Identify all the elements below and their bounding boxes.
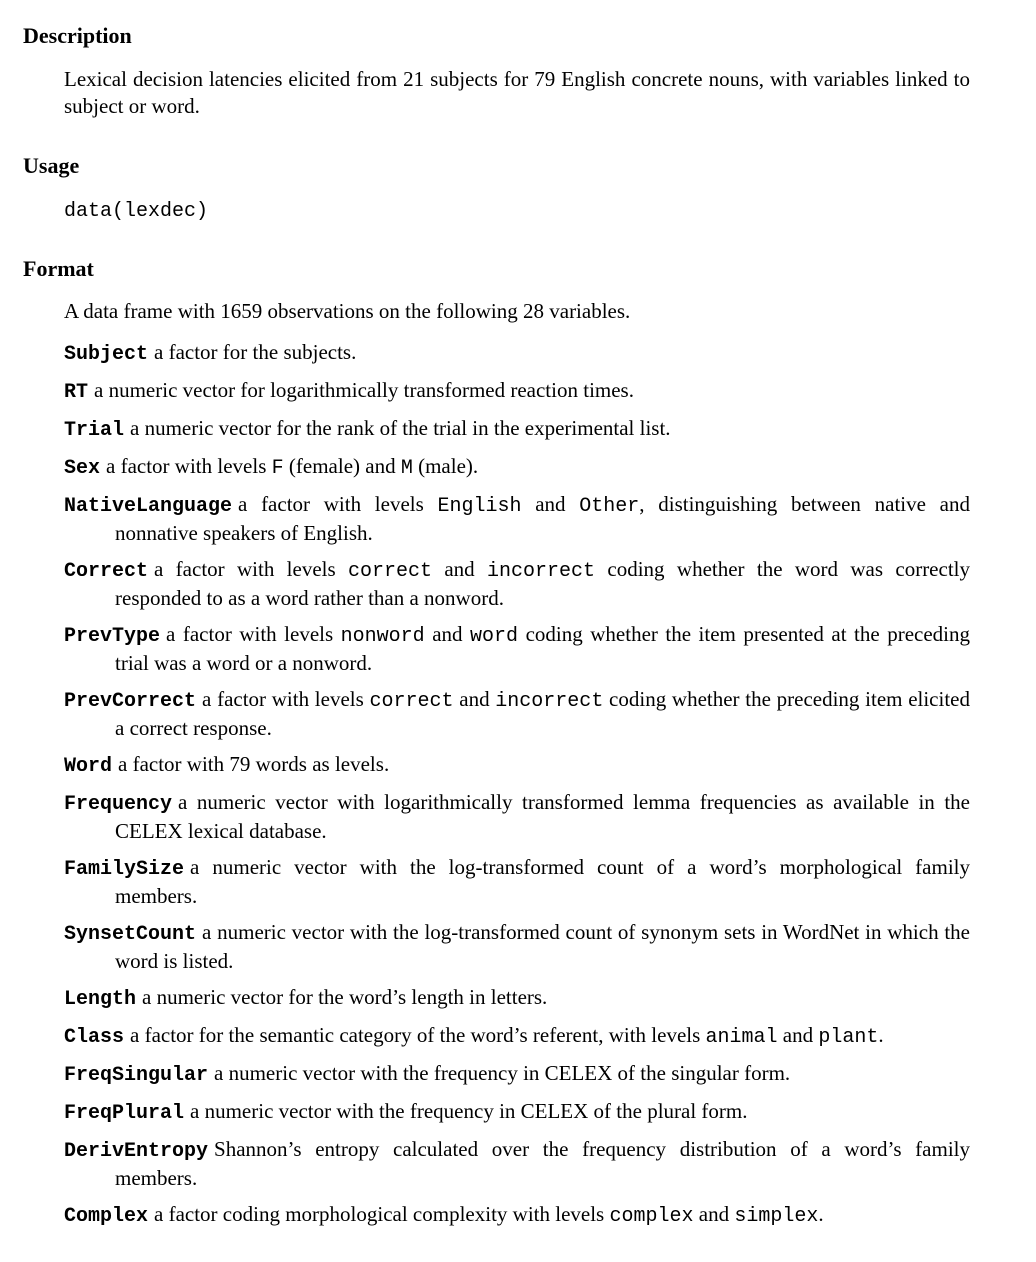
variable-entry: SynsetCount a numeric vector with the log… (64, 919, 970, 975)
variable-entry: PrevCorrect a factor with levels correct … (64, 686, 970, 742)
variable-entry: FamilySize a numeric vector with the log-… (64, 854, 970, 910)
format-intro: A data frame with 1659 observations on t… (64, 299, 631, 323)
format-heading: Format (23, 256, 94, 281)
variable-name: NativeLanguage (64, 495, 233, 518)
variable-name: Sex (64, 457, 101, 480)
variable-name: PrevType (64, 625, 161, 648)
variable-description: a numeric vector for the rank of the tri… (130, 416, 671, 440)
description-heading: Description (23, 23, 132, 48)
variable-entry: Length a numeric vector for the word’s le… (64, 984, 970, 1013)
variable-entry: Word a factor with 79 words as levels. (64, 751, 970, 780)
variable-description: a factor with levels (202, 687, 370, 711)
variable-entry: NativeLanguage a factor with levels Engli… (64, 491, 970, 547)
variable-description: a numeric vector for the word’s length i… (142, 985, 548, 1009)
variable-name: RT (64, 381, 89, 404)
variable-description: a numeric vector with the frequency in C… (190, 1099, 748, 1123)
variable-description: a factor with levels (106, 454, 272, 478)
level-code: simplex (734, 1205, 819, 1228)
variable-entry: Complex a factor coding morphological com… (64, 1201, 970, 1230)
variable-description: a factor coding morphological complexity… (154, 1202, 610, 1226)
variable-entry: DerivEntropy Shannon’s entropy calculated… (64, 1136, 970, 1192)
variable-description: (male). (412, 454, 479, 478)
level-code: correct (348, 560, 433, 583)
variable-entry: Trial a numeric vector for the rank of th… (64, 415, 970, 444)
level-code: Other (579, 495, 640, 518)
usage-section: Usage data(lexdec) (23, 152, 973, 225)
variable-name: Frequency (64, 793, 173, 816)
variable-entry: Frequency a numeric vector with logarithm… (64, 789, 970, 845)
variable-description: a factor with levels (154, 557, 348, 581)
variable-description: and (777, 1023, 819, 1047)
variable-list: Subject a factor for the subjects. RT a nu… (64, 339, 970, 1230)
variable-description: and (693, 1202, 735, 1226)
variable-name: SynsetCount (64, 923, 197, 946)
variable-entry: RT a numeric vector for logarithmically t… (64, 377, 970, 406)
format-section: Format A data frame with 1659 observatio… (23, 255, 973, 1230)
variable-name: Length (64, 988, 137, 1011)
level-code: animal (705, 1026, 778, 1049)
variable-description: a factor with levels (238, 492, 438, 516)
variable-name: Word (64, 755, 113, 778)
level-code: incorrect (487, 560, 596, 583)
level-code: plant (818, 1026, 879, 1049)
variable-description: . (818, 1202, 824, 1226)
variable-description: a numeric vector for logarithmically tra… (94, 378, 634, 402)
variable-description: . (878, 1023, 884, 1047)
variable-name: Subject (64, 343, 149, 366)
usage-code: data(lexdec) (64, 200, 209, 223)
variable-name: Trial (64, 419, 125, 442)
level-code: English (437, 495, 522, 518)
variable-description: a factor for the semantic category of th… (130, 1023, 706, 1047)
level-code: correct (369, 690, 454, 713)
document-page: Description Lexical decision latencies e… (23, 22, 973, 1239)
variable-description: and (521, 492, 580, 516)
description-section: Description Lexical decision latencies e… (23, 22, 973, 120)
description-text: Lexical decision latencies elicited from… (64, 67, 970, 118)
variable-description: a numeric vector with the log-transforme… (115, 855, 970, 908)
variable-description: a factor with levels (166, 622, 341, 646)
variable-name: Complex (64, 1205, 149, 1228)
level-code: complex (609, 1205, 694, 1228)
variable-name: PrevCorrect (64, 690, 197, 713)
variable-entry: FreqPlural a numeric vector with the freq… (64, 1098, 970, 1127)
level-code: word (470, 625, 519, 648)
level-code: M (400, 457, 413, 480)
variable-entry: Sex a factor with levels F (female) and M… (64, 453, 970, 482)
variable-entry: FreqSingular a numeric vector with the fr… (64, 1060, 970, 1089)
variable-description: (female) and (283, 454, 401, 478)
variable-description: a numeric vector with logarithmically tr… (115, 790, 970, 843)
variable-description: and (424, 622, 471, 646)
variable-description: a factor with 79 words as levels. (118, 752, 390, 776)
variable-name: FamilySize (64, 858, 185, 881)
variable-description: a numeric vector with the frequency in C… (214, 1061, 791, 1085)
level-code: F (271, 457, 284, 480)
variable-description: a numeric vector with the log-transforme… (115, 920, 970, 973)
variable-name: FreqSingular (64, 1064, 209, 1087)
variable-entry: Subject a factor for the subjects. (64, 339, 970, 368)
variable-description: Shannon’s entropy calculated over the fr… (115, 1137, 970, 1190)
variable-entry: PrevType a factor with levels nonword and… (64, 621, 970, 677)
variable-description: and (432, 557, 488, 581)
variable-entry: Class a factor for the semantic category … (64, 1022, 970, 1051)
variable-entry: Correct a factor with levels correct and … (64, 556, 970, 612)
variable-name: Class (64, 1026, 125, 1049)
usage-heading: Usage (23, 153, 80, 178)
variable-name: DerivEntropy (64, 1140, 209, 1163)
variable-description: and (453, 687, 496, 711)
variable-description: a factor for the subjects. (154, 340, 357, 364)
level-code: nonword (340, 625, 425, 648)
level-code: incorrect (495, 690, 604, 713)
variable-name: FreqPlural (64, 1102, 185, 1125)
variable-name: Correct (64, 560, 149, 583)
